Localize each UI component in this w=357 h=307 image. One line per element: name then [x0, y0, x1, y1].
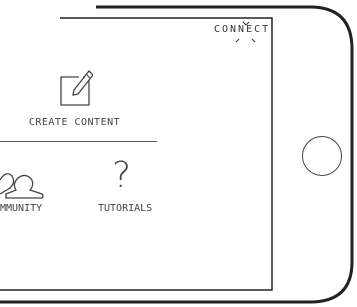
question-icon[interactable]: ?: [112, 158, 131, 194]
brand-logo-marks: [235, 21, 256, 43]
create-content-label[interactable]: CREATE CONTENT: [0, 117, 149, 128]
home-button[interactable]: [302, 136, 342, 176]
community-label[interactable]: MMUNITY: [0, 203, 42, 214]
app-screen: [0, 18, 272, 290]
tutorials-label[interactable]: TUTORIALS: [98, 203, 152, 214]
edit-icon[interactable]: [59, 67, 94, 111]
menu-divider: [0, 141, 157, 142]
community-icon[interactable]: [0, 162, 46, 206]
